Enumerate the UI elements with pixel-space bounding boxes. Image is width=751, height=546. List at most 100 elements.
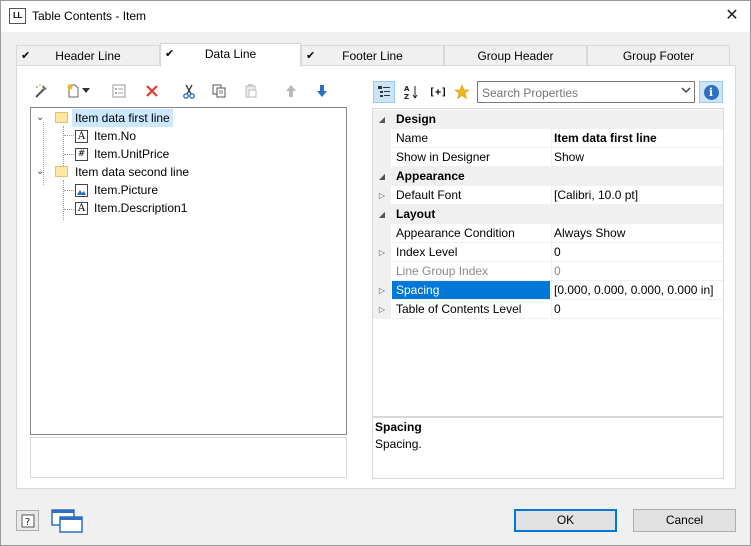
description-title: Spacing: [375, 420, 422, 434]
property-grid[interactable]: ◢ Design Name Item data first line Show …: [372, 108, 724, 417]
svg-text:?: ?: [25, 517, 30, 528]
favorites-star-icon[interactable]: [451, 81, 473, 103]
delete-icon[interactable]: [142, 81, 162, 101]
copy-icon[interactable]: [209, 81, 229, 101]
tab-header-line[interactable]: ✔ Header Line: [16, 45, 160, 66]
tree-item-first-line[interactable]: ⌄ Item data first line: [31, 109, 231, 127]
check-icon: ✔: [165, 48, 175, 60]
property-name: Name: [392, 129, 550, 148]
properties-icon[interactable]: [109, 81, 129, 101]
tree-toolbar: [31, 81, 341, 101]
expand-triangle-icon[interactable]: ▷: [373, 281, 391, 300]
formula-toggle-icon[interactable]: [+]: [425, 81, 451, 103]
property-name: Spacing: [392, 281, 550, 300]
categorized-icon[interactable]: [373, 81, 395, 103]
property-value: 0: [551, 262, 723, 281]
property-row-appearance-condition[interactable]: Appearance Condition Always Show: [373, 224, 723, 243]
property-toolbar: AZ [+] i: [373, 81, 725, 103]
check-icon: ✔: [306, 50, 316, 62]
move-down-icon[interactable]: [312, 81, 332, 101]
collapse-icon[interactable]: ⌄: [36, 163, 44, 181]
row-gutter: [373, 262, 391, 281]
collapse-triangle-icon[interactable]: ◢: [373, 167, 391, 186]
cancel-button[interactable]: Cancel: [633, 509, 736, 532]
dropdown-arrow-icon[interactable]: [81, 81, 91, 101]
row-gutter: [373, 224, 391, 243]
folder-icon: [55, 112, 68, 123]
property-row-line-group-index: Line Group Index 0: [373, 262, 723, 281]
paste-icon[interactable]: [241, 81, 261, 101]
collapse-triangle-icon[interactable]: ◢: [373, 110, 391, 129]
folder-icon: [55, 166, 68, 177]
tab-footer-line[interactable]: ✔ Footer Line: [301, 45, 444, 66]
search-properties-combobox[interactable]: [477, 81, 695, 103]
close-button[interactable]: ✕: [717, 4, 747, 28]
property-name: Line Group Index: [392, 262, 550, 281]
collapse-triangle-icon[interactable]: ◢: [373, 205, 391, 224]
collapse-icon[interactable]: ⌄: [36, 109, 44, 127]
tree-item-label: Item.UnitPrice: [94, 147, 170, 161]
property-value[interactable]: 0: [551, 243, 723, 262]
tree-item-description[interactable]: A Item.Description1: [31, 199, 231, 217]
tree-item-label: Item data first line: [72, 109, 173, 127]
property-name: Default Font: [392, 186, 550, 205]
property-value[interactable]: [Calibri, 10.0 pt]: [551, 186, 723, 205]
property-row-toc-level[interactable]: ▷ Table of Contents Level 0: [373, 300, 723, 319]
category-layout[interactable]: ◢ Layout: [373, 205, 723, 224]
row-gutter: [373, 148, 391, 167]
property-row-default-font[interactable]: ▷ Default Font [Calibri, 10.0 pt]: [373, 186, 723, 205]
tree-description-box: [30, 437, 347, 478]
info-icon: i: [703, 84, 719, 100]
tree-item-unit-price[interactable]: # Item.UnitPrice: [31, 145, 231, 163]
tree-item-picture[interactable]: Item.Picture: [31, 181, 231, 199]
property-name: Show in Designer: [392, 148, 550, 167]
wizard-icon[interactable]: [31, 81, 51, 101]
app-logo-icon: LL: [9, 8, 26, 24]
tab-label: Data Line: [204, 47, 257, 61]
property-value[interactable]: Show: [551, 148, 723, 167]
item-tree[interactable]: ⌄ Item data first line A Item.No # Item.…: [30, 107, 347, 435]
expand-triangle-icon[interactable]: ▷: [373, 186, 391, 205]
property-name: Index Level: [392, 243, 550, 262]
search-input[interactable]: [482, 85, 672, 100]
dialog-window: LL Table Contents - Item ✕ ✔ Header Line…: [0, 0, 751, 546]
tree-item-item-no[interactable]: A Item.No: [31, 127, 231, 145]
picture-field-icon: [75, 184, 88, 197]
category-design[interactable]: ◢ Design: [373, 110, 723, 129]
text-field-icon: A: [75, 130, 88, 143]
tree-item-second-line[interactable]: ⌄ Item data second line: [31, 163, 231, 181]
tab-group-header[interactable]: Group Header: [444, 45, 587, 66]
expand-triangle-icon[interactable]: ▷: [373, 243, 391, 262]
property-value[interactable]: [0.000, 0.000, 0.000, 0.000 in]: [551, 281, 723, 300]
cut-icon[interactable]: [179, 81, 199, 101]
check-icon: ✔: [21, 50, 31, 62]
tab-group-footer[interactable]: Group Footer: [587, 45, 730, 66]
chevron-down-icon[interactable]: [681, 85, 691, 98]
sort-alpha-icon[interactable]: AZ: [400, 81, 422, 103]
tree-item-label: Item data second line: [75, 165, 190, 179]
move-up-icon[interactable]: [281, 81, 301, 101]
category-label: Appearance: [396, 169, 465, 183]
property-row-show-in-designer[interactable]: Show in Designer Show: [373, 148, 723, 167]
property-row-index-level[interactable]: ▷ Index Level 0: [373, 243, 723, 262]
title-bar: LL Table Contents - Item ✕: [1, 1, 750, 32]
category-appearance[interactable]: ◢ Appearance: [373, 167, 723, 186]
tab-label: Footer Line: [342, 49, 403, 63]
tab-label: Group Header: [477, 49, 554, 63]
category-label: Layout: [396, 207, 436, 221]
tab-data-line[interactable]: ✔ Data Line: [160, 43, 301, 67]
new-item-icon[interactable]: [63, 81, 83, 101]
property-value[interactable]: Always Show: [551, 224, 723, 243]
property-value[interactable]: 0: [551, 300, 723, 319]
property-row-spacing[interactable]: ▷ Spacing [0.000, 0.000, 0.000, 0.000 in…: [373, 281, 723, 300]
property-row-name[interactable]: Name Item data first line: [373, 129, 723, 148]
tab-label: Group Footer: [622, 49, 695, 63]
window-title: Table Contents - Item: [32, 9, 147, 23]
info-button[interactable]: i: [699, 81, 723, 103]
tree-item-label: Item.No: [94, 129, 137, 143]
ok-button[interactable]: OK: [514, 509, 617, 532]
property-value[interactable]: Item data first line: [551, 129, 723, 148]
expand-triangle-icon[interactable]: ▷: [373, 300, 391, 319]
help-button[interactable]: ?: [16, 510, 39, 531]
window-layout-icon[interactable]: [51, 508, 85, 534]
